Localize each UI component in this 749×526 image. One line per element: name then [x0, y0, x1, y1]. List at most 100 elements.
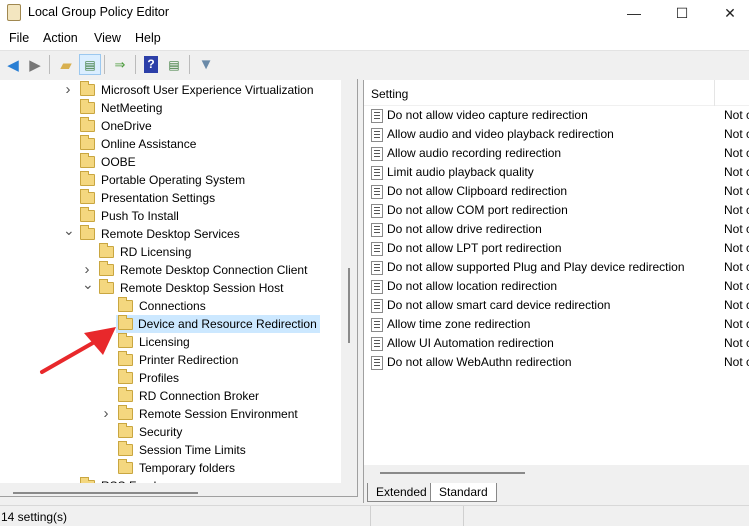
setting-name: Do not allow smart card device redirecti… — [387, 298, 611, 312]
tree-item[interactable]: Connections — [0, 297, 341, 315]
menu-file[interactable]: File — [9, 31, 29, 45]
list-row[interactable]: Allow UI Automation redirection Not c — [364, 334, 749, 353]
folder-icon — [80, 477, 95, 483]
chevron-right-icon[interactable]: › — [101, 405, 111, 423]
menu-action[interactable]: Action — [43, 31, 78, 45]
maximize-button[interactable]: ☐ — [659, 2, 705, 24]
show-hide-action-pane-icon[interactable]: ▤ — [163, 54, 185, 75]
tree-item-label: Printer Redirection — [139, 353, 239, 367]
status-bar: 14 setting(s) — [0, 505, 749, 526]
list-row[interactable]: Allow audio and video playback redirecti… — [364, 125, 749, 144]
list-row[interactable]: Allow audio recording redirection Not c — [364, 144, 749, 163]
tree-item[interactable]: Online Assistance — [0, 135, 341, 153]
close-button[interactable]: ✕ — [707, 2, 749, 24]
show-hide-console-tree-icon[interactable]: ▤ — [79, 54, 101, 75]
list-row[interactable]: Do not allow drive redirection Not c — [364, 220, 749, 239]
minimize-button[interactable]: — — [611, 2, 657, 24]
policy-setting-icon — [371, 337, 383, 351]
column-header-setting[interactable]: Setting — [371, 87, 408, 101]
tree-item-label: Connections — [139, 299, 206, 313]
tree-item[interactable]: Push To Install — [0, 207, 341, 225]
setting-name: Do not allow Clipboard redirection — [387, 184, 568, 198]
list-horizontal-scrollbar[interactable] — [363, 465, 749, 483]
tree-item-label: Profiles — [139, 371, 180, 385]
tree-item[interactable]: Portable Operating System — [0, 171, 341, 189]
tree-vertical-scrollbar[interactable] — [341, 80, 357, 483]
chevron-down-icon[interactable]: ⌄ — [82, 275, 94, 293]
list-row[interactable]: Allow time zone redirection Not c — [364, 315, 749, 334]
tree-item[interactable]: Temporary folders — [0, 459, 341, 477]
tree-item[interactable]: NetMeeting — [0, 99, 341, 117]
folder-icon — [118, 423, 133, 438]
chevron-down-icon[interactable]: ⌄ — [63, 221, 75, 239]
tree-item[interactable]: Security — [0, 423, 341, 441]
tree-item-label: OOBE — [101, 155, 136, 169]
setting-state: Not c — [724, 355, 749, 369]
menu-view[interactable]: View — [94, 31, 121, 45]
tree-item[interactable]: Session Time Limits — [0, 441, 341, 459]
tree-item[interactable]: OneDrive — [0, 117, 341, 135]
list-row[interactable]: Limit audio playback quality Not c — [364, 163, 749, 182]
tree-item[interactable]: Licensing — [0, 333, 341, 351]
export-list-icon[interactable]: ⇒ — [109, 54, 131, 75]
tree-item[interactable]: Printer Redirection — [0, 351, 341, 369]
setting-state: Not c — [724, 146, 749, 160]
setting-state: Not c — [724, 222, 749, 236]
toolbar-separator — [49, 55, 50, 74]
setting-state: Not c — [724, 279, 749, 293]
list-row[interactable]: Do not allow smart card device redirecti… — [364, 296, 749, 315]
tree-horizontal-scrollbar[interactable] — [13, 492, 198, 494]
up-folder-icon[interactable]: ▰ — [55, 54, 77, 75]
list-row[interactable]: Do not allow WebAuthn redirection Not c — [364, 353, 749, 372]
title-bar: Local Group Policy Editor — ☐ ✕ — [0, 0, 749, 26]
setting-state: Not c — [724, 260, 749, 274]
tab-extended[interactable]: Extended — [367, 483, 436, 502]
list-row[interactable]: Do not allow location redirection Not c — [364, 277, 749, 296]
tree-item[interactable]: RD Connection Broker — [0, 387, 341, 405]
forward-icon[interactable]: ▶ — [24, 54, 46, 75]
tree-item[interactable]: OOBE — [0, 153, 341, 171]
folder-icon — [99, 279, 114, 294]
setting-name: Do not allow drive redirection — [387, 222, 542, 236]
tree-item[interactable]: › Microsoft User Experience Virtualizatio… — [0, 81, 341, 99]
menu-help[interactable]: Help — [135, 31, 161, 45]
tree-item-label: Remote Desktop Connection Client — [120, 263, 308, 277]
tree-item[interactable]: › Remote Session Environment — [0, 405, 341, 423]
folder-icon — [80, 189, 95, 204]
tree-item[interactable]: › Remote Desktop Connection Client — [0, 261, 341, 279]
setting-state: Not c — [724, 203, 749, 217]
help-icon[interactable]: ? — [140, 54, 162, 75]
folder-icon — [118, 333, 133, 348]
folder-icon — [80, 99, 95, 114]
tree-item[interactable]: Presentation Settings — [0, 189, 341, 207]
tree-item[interactable]: Profiles — [0, 369, 341, 387]
list-row[interactable]: Do not allow video capture redirection No… — [364, 106, 749, 125]
list-row[interactable]: Do not allow supported Plug and Play dev… — [364, 258, 749, 277]
tree-item[interactable]: RD Licensing — [0, 243, 341, 261]
column-divider[interactable] — [714, 80, 715, 106]
toolbar-separator — [135, 55, 136, 74]
list-row[interactable]: Do not allow LPT port redirection Not c — [364, 239, 749, 258]
list-row[interactable]: Do not allow Clipboard redirection Not c — [364, 182, 749, 201]
chevron-right-icon[interactable]: › — [63, 81, 73, 99]
policy-setting-icon — [371, 204, 383, 218]
setting-state: Not c — [724, 165, 749, 179]
tree-item[interactable]: ⌄ Remote Desktop Session Host — [0, 276, 341, 297]
folder-icon — [118, 369, 133, 384]
scrollbar-thumb[interactable] — [348, 268, 350, 343]
scrollbar-thumb[interactable] — [380, 472, 525, 474]
list-row[interactable]: Do not allow COM port redirection Not c — [364, 201, 749, 220]
back-icon[interactable]: ◀ — [2, 54, 24, 75]
tree-item-label: Security — [139, 425, 183, 439]
folder-icon — [80, 207, 95, 222]
tree-item[interactable]: ⌄ Remote Desktop Services — [0, 222, 341, 243]
status-text: 14 setting(s) — [1, 510, 68, 524]
folder-icon — [99, 243, 114, 258]
tree-item[interactable]: Device and Resource Redirection — [0, 315, 341, 333]
tree-item[interactable]: RSS Feeds — [0, 477, 341, 483]
tab-standard[interactable]: Standard — [430, 483, 497, 502]
view-tabs: Extended Standard — [363, 483, 749, 503]
tree-item-label: Remote Desktop Services — [101, 227, 240, 241]
filter-icon[interactable]: ▼ — [195, 54, 217, 75]
tree-item-label: Temporary folders — [139, 461, 236, 475]
